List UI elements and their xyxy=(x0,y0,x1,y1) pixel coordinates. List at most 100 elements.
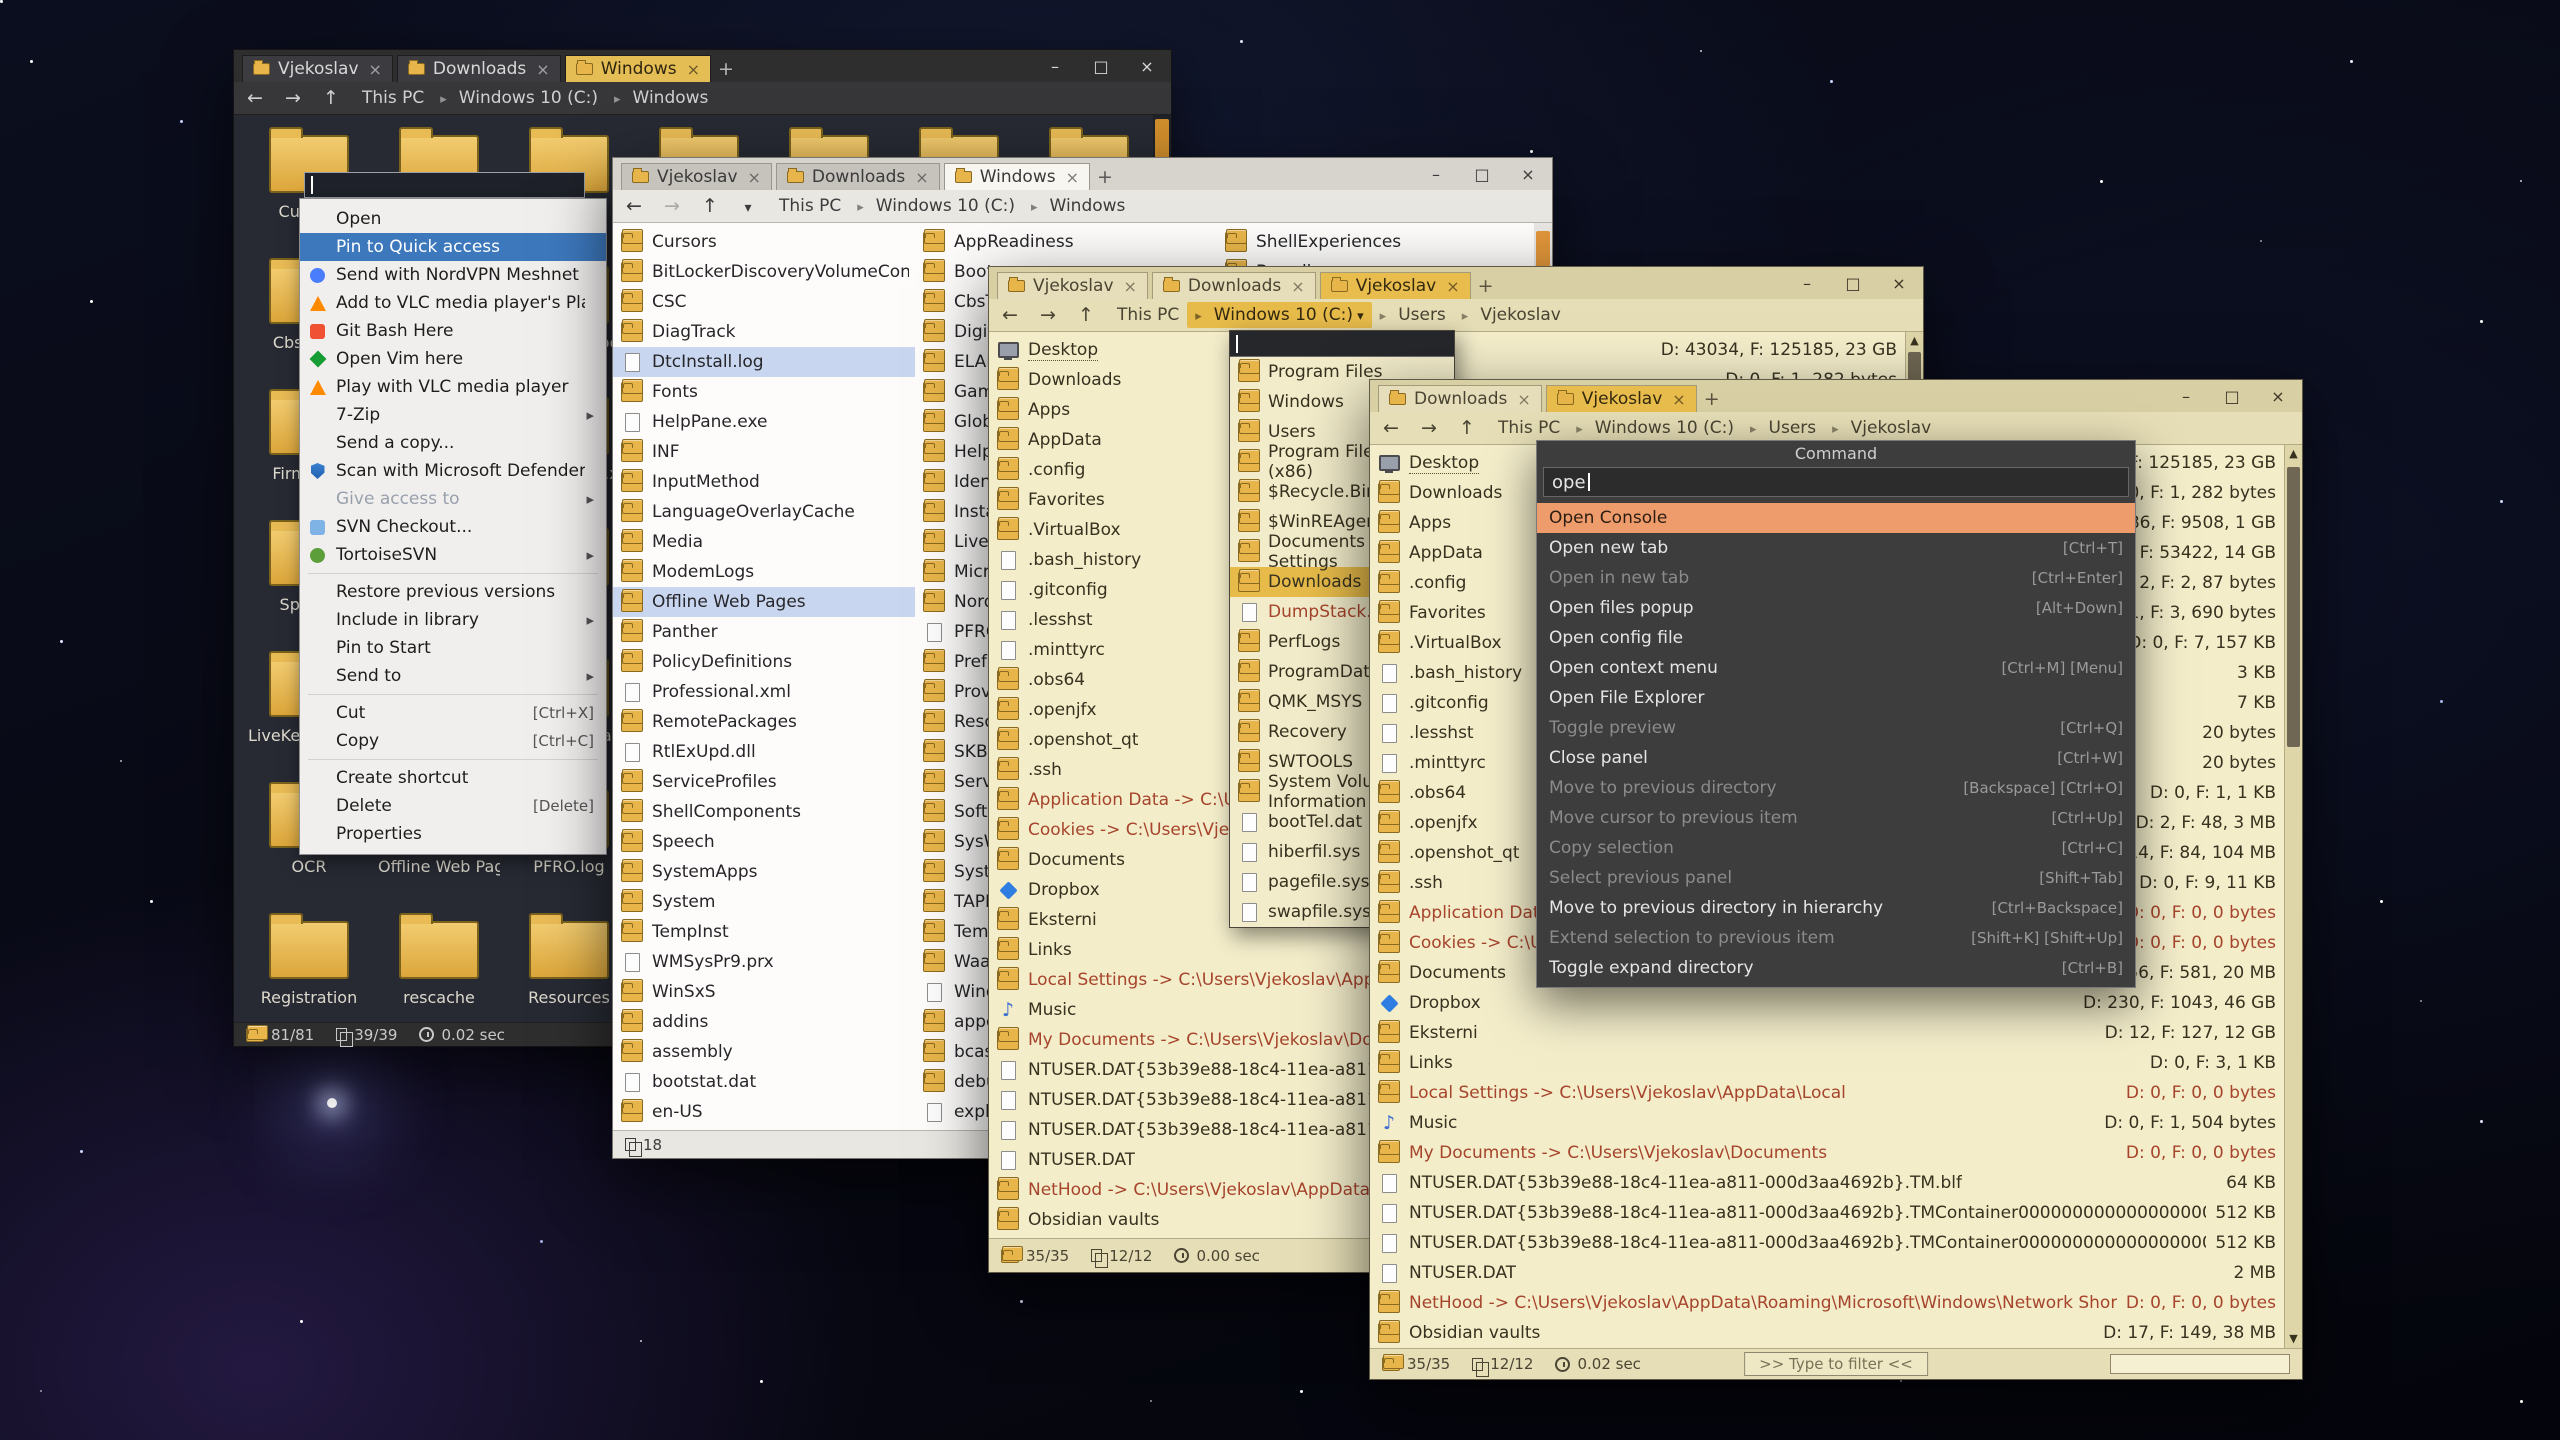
tab-close-icon[interactable] xyxy=(1124,277,1137,296)
file-row[interactable]: WMSysPr9.prx xyxy=(613,947,915,977)
back-button[interactable] xyxy=(999,304,1021,326)
tab-close-icon[interactable] xyxy=(1517,390,1530,409)
forward-button[interactable] xyxy=(661,195,683,217)
file-row[interactable]: Panther xyxy=(613,617,915,647)
up-button[interactable] xyxy=(320,87,342,109)
file-row[interactable]: AppReadiness xyxy=(915,227,1217,257)
file-row[interactable]: PolicyDefinitions xyxy=(613,647,915,677)
titlebar[interactable]: Vjekoslav Downloads Vjekoslav xyxy=(989,267,1923,299)
maximize-button[interactable] xyxy=(1474,165,1490,184)
breadcrumb-segment[interactable]: Windows 10 (C:) xyxy=(1568,415,1742,441)
palette-input[interactable]: ope xyxy=(1543,467,2129,497)
context-menu-item[interactable]: Restore previous versions xyxy=(300,578,606,606)
tab-close-icon[interactable] xyxy=(1066,168,1079,187)
back-button[interactable] xyxy=(623,195,645,217)
command-item[interactable]: Open new tab [Ctrl+T] xyxy=(1537,533,2135,563)
new-tab-button[interactable] xyxy=(711,55,741,82)
scrollbar-thumb[interactable] xyxy=(2287,467,2300,747)
command-item[interactable]: Select previous panel [Shift+Tab] xyxy=(1537,863,2135,893)
new-tab-button[interactable] xyxy=(1471,272,1501,299)
context-menu-item[interactable]: Play with VLC media player xyxy=(300,373,606,401)
file-row[interactable]: INF xyxy=(613,437,915,467)
up-button[interactable] xyxy=(1075,304,1097,326)
type-to-filter-hint[interactable]: >> Type to filter << xyxy=(1744,1352,1928,1376)
file-row[interactable]: SystemApps xyxy=(613,857,915,887)
forward-button[interactable] xyxy=(282,87,304,109)
breadcrumb-segment[interactable]: This PC xyxy=(771,193,849,219)
context-menu-item[interactable]: Pin to Quick access xyxy=(300,233,606,261)
context-menu-item[interactable]: Send to ▸ xyxy=(300,662,606,690)
tab[interactable]: Vjekoslav xyxy=(997,272,1148,299)
maximize-button[interactable] xyxy=(2224,387,2240,406)
context-menu-item[interactable]: Open Vim here xyxy=(300,345,606,373)
file-row[interactable]: Cursors xyxy=(613,227,915,257)
breadcrumb-segment[interactable]: Windows xyxy=(1023,193,1133,219)
breadcrumb-segment[interactable]: Vjekoslav xyxy=(1454,302,1569,328)
command-item[interactable]: Open config file xyxy=(1537,623,2135,653)
new-tab-button[interactable] xyxy=(1090,163,1120,190)
file-row[interactable]: ModemLogs xyxy=(613,557,915,587)
command-item[interactable]: Extend selection to previous item [Shift… xyxy=(1537,923,2135,953)
scroll-down-icon[interactable]: ▼ xyxy=(2285,1330,2302,1348)
up-button[interactable] xyxy=(699,195,721,217)
file-row[interactable]: Dropbox D: 230, F: 1043, 46 GB xyxy=(1370,988,2302,1018)
context-menu-item[interactable]: Copy [Ctrl+C] xyxy=(300,727,606,755)
tab[interactable]: Windows xyxy=(565,55,711,82)
history-dropdown-icon[interactable] xyxy=(737,195,759,217)
tab-close-icon[interactable] xyxy=(369,60,382,79)
breadcrumb-segment[interactable]: Users xyxy=(1742,415,1824,441)
context-menu-item[interactable]: Include in library ▸ xyxy=(300,606,606,634)
context-menu-item[interactable]: Pin to Start xyxy=(300,634,606,662)
file-row[interactable]: Links D: 0, F: 3, 1 KB xyxy=(1370,1048,2302,1078)
command-item[interactable]: Copy selection [Ctrl+C] xyxy=(1537,833,2135,863)
breadcrumb-segment[interactable]: This PC xyxy=(354,85,432,111)
file-row[interactable]: addins xyxy=(613,1007,915,1037)
up-button[interactable] xyxy=(1456,417,1478,439)
popup-filter-input[interactable] xyxy=(1230,331,1454,357)
tab[interactable]: Vjekoslav xyxy=(1320,272,1471,299)
forward-button[interactable] xyxy=(1037,304,1059,326)
file-row[interactable]: DtcInstall.log xyxy=(613,347,915,377)
file-row[interactable]: Music D: 0, F: 1, 504 bytes xyxy=(1370,1108,2302,1138)
titlebar[interactable]: Vjekoslav Downloads Windows xyxy=(613,158,1552,190)
command-item[interactable]: Move to previous directory in hierarchy … xyxy=(1537,893,2135,923)
file-row[interactable]: System xyxy=(613,887,915,917)
maximize-button[interactable] xyxy=(1093,57,1109,76)
command-item[interactable]: Close panel [Ctrl+W] xyxy=(1537,743,2135,773)
tab-close-icon[interactable] xyxy=(915,168,928,187)
tab-close-icon[interactable] xyxy=(536,60,549,79)
context-menu-item[interactable]: Cut [Ctrl+X] xyxy=(300,699,606,727)
file-row[interactable]: NTUSER.DAT{53b39e88-18c4-11ea-a811-000d3… xyxy=(1370,1198,2302,1228)
file-row[interactable]: ShellComponents xyxy=(613,797,915,827)
file-row[interactable]: Offline Web Pages xyxy=(613,587,915,617)
file-row[interactable]: Professional.xml xyxy=(613,677,915,707)
file-row[interactable]: Eksterni D: 12, F: 127, 12 GB xyxy=(1370,1018,2302,1048)
context-menu-item[interactable]: Give access to ▸ xyxy=(300,485,606,513)
tab-close-icon[interactable] xyxy=(1291,277,1304,296)
file-row[interactable]: Media xyxy=(613,527,915,557)
tab-close-icon[interactable] xyxy=(687,60,700,79)
back-button[interactable] xyxy=(244,87,266,109)
breadcrumb-segment[interactable]: Windows 10 (C:) xyxy=(432,85,606,111)
titlebar[interactable]: Vjekoslav Downloads Windows xyxy=(234,50,1171,82)
file-row[interactable]: NetHood -> C:\Users\Vjekoslav\AppData\Ro… xyxy=(1370,1288,2302,1318)
context-menu-item[interactable]: TortoiseSVN ▸ xyxy=(300,541,606,569)
file-row[interactable]: Desktop D: 43034, F: 125185, 23 GB xyxy=(989,335,1923,365)
command-item[interactable]: Move to previous directory [Backspace] [… xyxy=(1537,773,2135,803)
context-menu-item[interactable] xyxy=(300,569,606,578)
file-row[interactable]: CSC xyxy=(613,287,915,317)
file-row[interactable]: BitLockerDiscoveryVolumeContents xyxy=(613,257,915,287)
breadcrumb-segment[interactable]: Users xyxy=(1372,302,1454,328)
breadcrumb-segment[interactable]: Vjekoslav xyxy=(1824,415,1939,441)
file-row[interactable]: WinSxS xyxy=(613,977,915,1007)
new-tab-button[interactable] xyxy=(1697,385,1727,412)
tab[interactable]: Windows xyxy=(944,163,1090,190)
tab-close-icon[interactable] xyxy=(1672,390,1685,409)
command-item[interactable]: Open files popup [Alt+Down] xyxy=(1537,593,2135,623)
close-button[interactable] xyxy=(2270,387,2286,406)
tab[interactable]: Downloads xyxy=(1378,385,1542,412)
file-row[interactable]: Speech xyxy=(613,827,915,857)
rename-input[interactable] xyxy=(304,172,585,198)
command-item[interactable]: Toggle preview [Ctrl+Q] xyxy=(1537,713,2135,743)
file-row[interactable]: NTUSER.DAT 2 MB xyxy=(1370,1258,2302,1288)
